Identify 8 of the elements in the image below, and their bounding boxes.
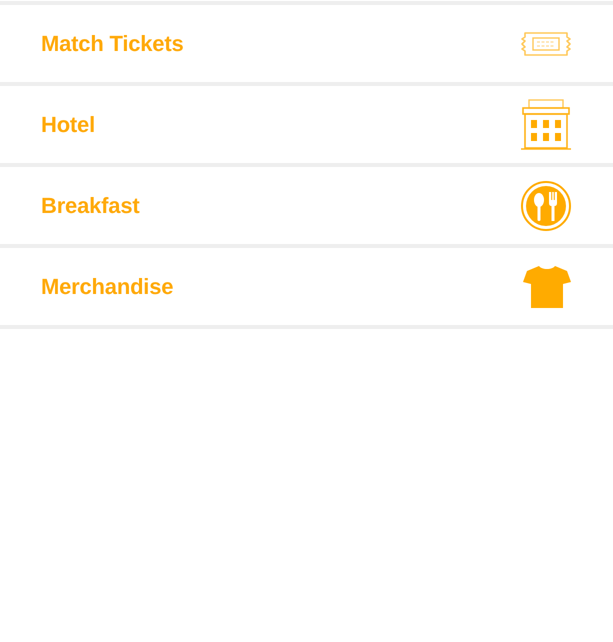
menu-item[interactable]: Match Tickets — [0, 5, 613, 86]
ticket-icon — [521, 32, 571, 56]
menu-item[interactable]: Hotel — [0, 86, 613, 167]
menu-item[interactable]: Breakfast — [0, 167, 613, 248]
tshirt-icon — [523, 264, 571, 308]
menu-item[interactable]: Merchandise — [0, 248, 613, 329]
hotel-building-icon — [521, 99, 571, 150]
spoon-fork-icon — [521, 180, 571, 230]
